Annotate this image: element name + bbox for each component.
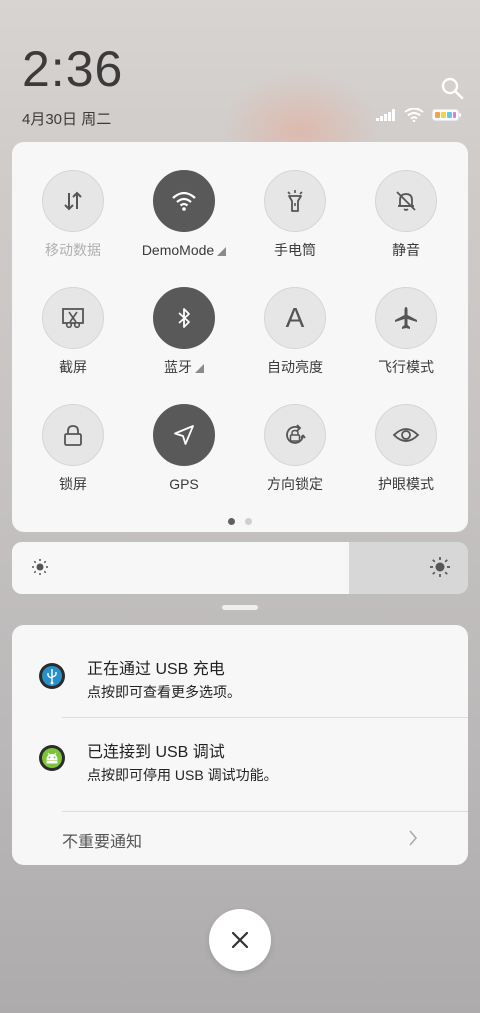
tile-rotation-lock-button[interactable] [264, 404, 326, 466]
tile-label: 护眼模式 [378, 476, 434, 492]
wifi-status-icon [404, 108, 424, 122]
eye-icon [392, 428, 420, 442]
tile-wifi[interactable]: DemoMode [128, 170, 240, 258]
tile-mute-button[interactable] [375, 170, 437, 232]
search-icon[interactable] [440, 76, 464, 100]
drag-handle[interactable] [222, 605, 258, 610]
page-dot-active[interactable] [228, 518, 235, 525]
tile-flashlight[interactable]: 手电筒 [239, 170, 351, 258]
tile-label: 手电筒 [274, 242, 316, 258]
notification-title: 已连接到 USB 调试 [87, 744, 225, 761]
location-arrow-icon [174, 425, 194, 445]
tile-label: DemoMode [128, 242, 240, 258]
close-icon [231, 931, 249, 949]
airplane-icon [395, 307, 417, 329]
notification-usb-debugging[interactable]: 已连接到 USB 调试 点按即可停用 USB 调试功能。 [12, 718, 468, 810]
tile-gps[interactable]: GPS [128, 404, 240, 492]
tile-auto-brightness-button[interactable]: A [264, 287, 326, 349]
page-indicator [12, 518, 468, 525]
tile-gps-button[interactable] [153, 404, 215, 466]
quick-settings-panel: 移动数据 DemoMode 手电筒 静音 截屏 蓝牙 A 自动亮度 飞行模式 锁… [12, 142, 468, 532]
notification-text: 点按即可停用 USB 调试功能。 [87, 767, 278, 783]
tile-screenshot[interactable]: 截屏 [17, 287, 129, 375]
tile-label: 静音 [392, 242, 420, 258]
auto-brightness-icon: A [285, 302, 305, 333]
wifi-icon [172, 191, 196, 211]
tile-label: 锁屏 [59, 476, 87, 492]
tile-lock-screen[interactable]: 锁屏 [17, 404, 129, 492]
tile-screenshot-button[interactable] [42, 287, 104, 349]
tile-eye-care-button[interactable] [375, 404, 437, 466]
date: 4月30日 周二 [22, 111, 112, 128]
rotation-lock-icon [286, 424, 306, 444]
lock-icon [64, 425, 82, 446]
status-icons [376, 108, 462, 122]
tile-auto-brightness[interactable]: A 自动亮度 [239, 287, 351, 375]
brightness-fill [12, 542, 350, 594]
tile-label: GPS [169, 476, 199, 492]
brightness-low-icon [32, 559, 48, 575]
tile-label: 截屏 [59, 359, 87, 375]
notification-text: 点按即可查看更多选项。 [87, 684, 241, 700]
expand-arrow-icon[interactable] [217, 246, 227, 256]
tile-airplane-button[interactable] [375, 287, 437, 349]
tile-eye-care[interactable]: 护眼模式 [350, 404, 462, 492]
brightness-high-icon [430, 557, 450, 577]
tile-mute[interactable]: 静音 [350, 170, 462, 258]
usb-icon [39, 663, 65, 689]
notification-title: 正在通过 USB 充电 [87, 661, 225, 678]
tile-label: 飞行模式 [378, 359, 434, 375]
tile-label: 移动数据 [45, 242, 101, 258]
notification-usb-charging[interactable]: 正在通过 USB 充电 点按即可查看更多选项。 [12, 625, 468, 717]
mute-bell-icon [396, 191, 416, 211]
expand-arrow-icon[interactable] [195, 363, 204, 373]
notification-panel: 正在通过 USB 充电 点按即可查看更多选项。 已连接到 USB 调试 点按即可… [12, 625, 468, 865]
divider [62, 811, 468, 812]
clock: 2:36 [22, 41, 124, 97]
tile-rotation-lock[interactable]: 方向锁定 [239, 404, 351, 492]
tile-lock-screen-button[interactable] [42, 404, 104, 466]
minor-notifications-link[interactable]: 不重要通知 [62, 828, 142, 852]
mobile-data-icon [64, 191, 82, 211]
tile-wifi-button[interactable] [153, 170, 215, 232]
signal-icon [376, 109, 395, 121]
android-debug-icon [39, 745, 65, 771]
tile-airplane[interactable]: 飞行模式 [350, 287, 462, 375]
screenshot-icon [62, 308, 84, 329]
tile-bluetooth-button[interactable] [153, 287, 215, 349]
clear-all-button[interactable] [209, 909, 271, 971]
tile-flashlight-button[interactable] [264, 170, 326, 232]
brightness-slider[interactable] [12, 542, 468, 594]
tile-label: 蓝牙 [128, 359, 240, 375]
page-dot[interactable] [245, 518, 252, 525]
tile-label: 自动亮度 [267, 359, 323, 375]
bluetooth-icon [178, 308, 190, 328]
flashlight-icon [287, 190, 303, 212]
battery-icon [432, 109, 461, 121]
chevron-right-icon[interactable] [408, 829, 418, 847]
tile-mobile-data[interactable]: 移动数据 [17, 170, 129, 258]
tile-mobile-data-button[interactable] [42, 170, 104, 232]
tile-bluetooth[interactable]: 蓝牙 [128, 287, 240, 375]
tile-label: 方向锁定 [267, 476, 323, 492]
